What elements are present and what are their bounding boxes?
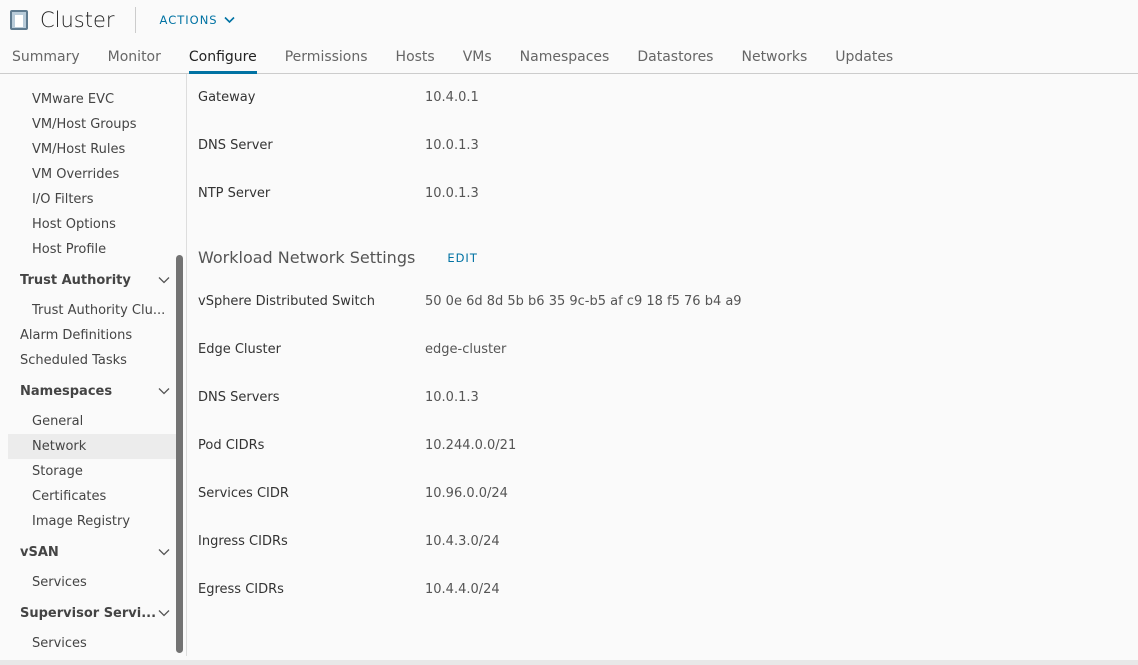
property-key: Gateway <box>198 89 256 105</box>
sidebar-item[interactable]: Scheduled Tasks <box>8 348 182 373</box>
property-key: Edge Cluster <box>198 341 281 357</box>
chevron-down-icon[interactable] <box>158 601 170 626</box>
sidebar-item[interactable]: Image Registry <box>8 509 182 534</box>
cluster-icon <box>10 10 28 30</box>
sidebar-item[interactable]: Trust Authority <box>8 268 182 293</box>
workload-section-header: Workload Network Settings EDIT <box>198 248 478 267</box>
sidebar-item[interactable]: General <box>8 409 182 434</box>
property-row: Services CIDR 10.96.0.0/24 <box>198 483 508 503</box>
property-row: DNS Server 10.0.1.3 <box>198 135 479 155</box>
sidebar-group-label: vSAN <box>20 545 59 560</box>
sidebar-item[interactable]: VM/Host Groups <box>8 112 182 137</box>
sidebar-item[interactable]: Storage <box>8 459 182 484</box>
sidebar-item[interactable]: Services <box>8 570 182 595</box>
tab-datastores[interactable]: Datastores <box>637 44 713 74</box>
chevron-down-icon <box>224 16 235 24</box>
tab-namespaces[interactable]: Namespaces <box>520 44 610 74</box>
property-key: Services CIDR <box>198 485 289 501</box>
sidebar-item[interactable]: Alarm Definitions <box>8 323 182 348</box>
property-value: 10.4.4.0/24 <box>425 581 500 597</box>
page-header: Cluster ACTIONS <box>10 6 235 34</box>
chevron-down-icon[interactable] <box>158 379 170 404</box>
property-value: 10.4.3.0/24 <box>425 533 500 549</box>
property-row: Gateway 10.4.0.1 <box>198 87 479 107</box>
property-key: DNS Servers <box>198 389 280 405</box>
tab-vms[interactable]: VMs <box>463 44 492 74</box>
sidebar-item[interactable]: Host Profile <box>8 237 182 262</box>
property-row: NTP Server 10.0.1.3 <box>198 183 479 203</box>
tab-summary[interactable]: Summary <box>12 44 80 74</box>
tab-networks[interactable]: Networks <box>741 44 807 74</box>
property-value: edge-cluster <box>425 341 507 357</box>
tab-permissions[interactable]: Permissions <box>285 44 368 74</box>
actions-label: ACTIONS <box>159 13 218 27</box>
sidebar: VMware EVC VM/Host Groups VM/Host Rules VM … <box>0 87 186 656</box>
property-value: 10.0.1.3 <box>425 389 479 405</box>
property-key: DNS Server <box>198 137 273 153</box>
property-row: Edge Cluster edge-cluster <box>198 339 506 359</box>
sidebar-item[interactable]: Namespaces <box>8 379 182 404</box>
property-row: Pod CIDRs 10.244.0.0/21 <box>198 435 516 455</box>
property-key: Pod CIDRs <box>198 437 265 453</box>
sidebar-item[interactable]: VM Overrides <box>8 162 182 187</box>
sidebar-item[interactable]: VM/Host Rules <box>8 137 182 162</box>
sidebar-item[interactable]: VMware EVC <box>8 87 182 112</box>
property-value: 10.244.0.0/21 <box>425 437 517 453</box>
sidebar-item[interactable]: Certificates <box>8 484 182 509</box>
tab-bar: Summary Monitor Configure Permissions Hosts V… <box>0 44 1138 74</box>
bottom-bar <box>0 660 1138 665</box>
chevron-down-icon[interactable] <box>158 268 170 293</box>
actions-button[interactable]: ACTIONS <box>160 13 235 27</box>
property-key: vSphere Distributed Switch <box>198 293 376 309</box>
section-title: Workload Network Settings <box>198 248 416 267</box>
property-value: 10.0.1.3 <box>425 137 479 153</box>
divider <box>134 7 136 33</box>
property-row: vSphere Distributed Switch 50 0e 6d 8d 5b… <box>198 291 742 311</box>
property-value: 10.96.0.0/24 <box>425 485 508 501</box>
tab-hosts[interactable]: Hosts <box>396 44 435 74</box>
property-row: Egress CIDRs 10.4.4.0/24 <box>198 579 500 599</box>
divider <box>186 74 187 656</box>
edit-button[interactable]: EDIT <box>447 251 478 265</box>
property-key: NTP Server <box>198 185 271 201</box>
sidebar-group-label: Supervisor Servi... <box>20 606 157 621</box>
property-value: 10.4.0.1 <box>425 89 479 105</box>
sidebar-group-label: Namespaces <box>20 384 113 399</box>
property-row: DNS Servers 10.0.1.3 <box>198 387 479 407</box>
sidebar-group-label: Trust Authority <box>20 273 131 288</box>
tab-monitor[interactable]: Monitor <box>108 44 161 74</box>
sidebar-item[interactable]: Host Options <box>8 212 182 237</box>
chevron-down-icon[interactable] <box>158 540 170 565</box>
property-key: Egress CIDRs <box>198 581 284 597</box>
property-value: 50 0e 6d 8d 5b b6 35 9c-b5 af c9 18 f5 7… <box>425 293 742 309</box>
tab-updates[interactable]: Updates <box>835 44 893 74</box>
sidebar-item[interactable]: Supervisor Servi... <box>8 601 182 626</box>
sidebar-item[interactable]: Trust Authority Clu... <box>8 298 182 323</box>
page-title: Cluster <box>40 8 115 32</box>
sidebar-item[interactable]: vSAN <box>8 540 182 565</box>
tab-configure[interactable]: Configure <box>188 44 257 74</box>
sidebar-item[interactable]: Network <box>8 434 182 459</box>
property-key: Ingress CIDRs <box>198 533 288 549</box>
sidebar-item[interactable]: Services <box>8 631 182 656</box>
property-row: Ingress CIDRs 10.4.3.0/24 <box>198 531 500 551</box>
property-value: 10.0.1.3 <box>425 185 479 201</box>
sidebar-scrollbar[interactable] <box>176 255 183 653</box>
sidebar-item[interactable]: I/O Filters <box>8 187 182 212</box>
